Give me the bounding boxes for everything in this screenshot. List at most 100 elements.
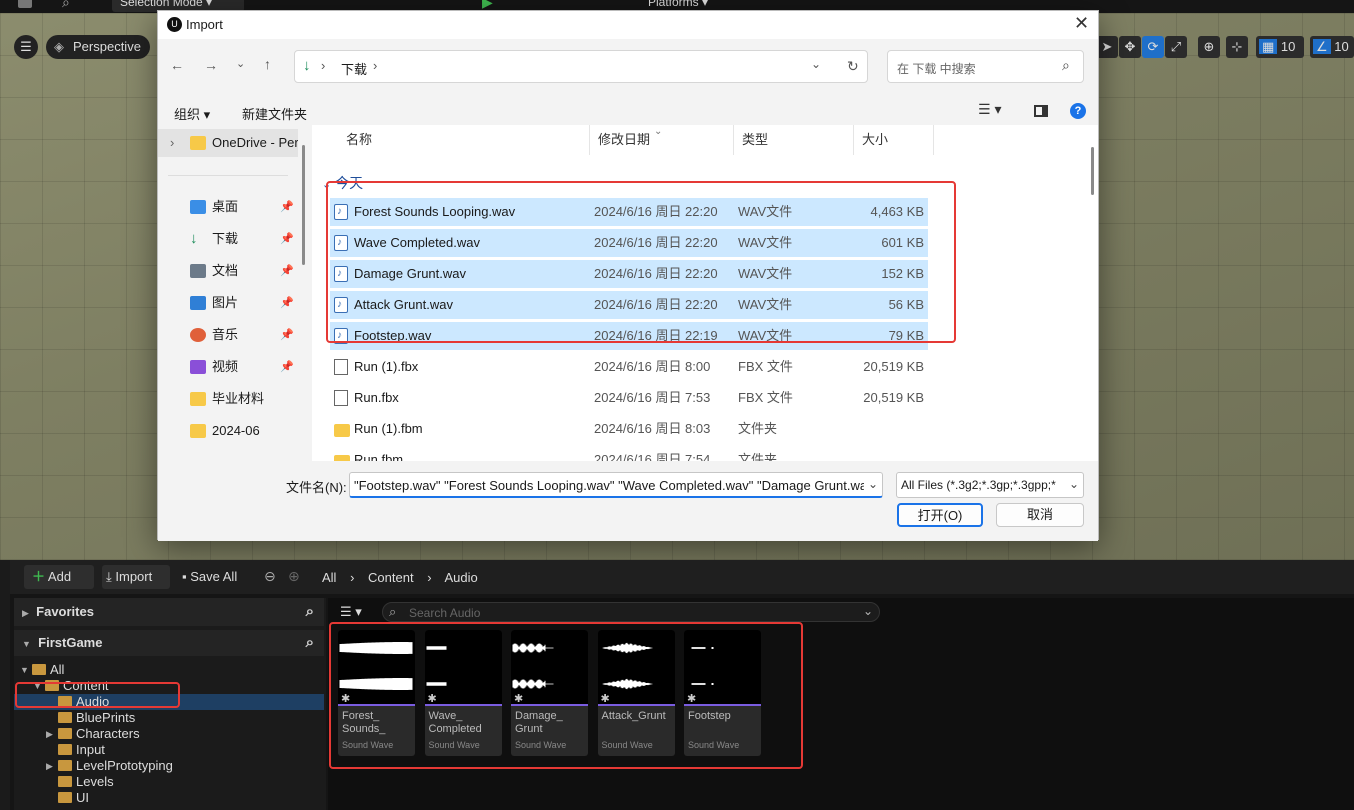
rotate-icon[interactable]: ⟳ bbox=[1142, 36, 1164, 58]
search-icon[interactable]: ⌕ bbox=[306, 630, 314, 656]
browse-icon[interactable]: ⌕ bbox=[62, 0, 70, 11]
nav-item-music[interactable]: 音乐 📌 bbox=[158, 321, 298, 349]
tree-item[interactable]: ▶ Characters bbox=[14, 726, 324, 742]
tree-item[interactable]: BluePrints bbox=[14, 710, 324, 726]
column-type[interactable]: 类型 bbox=[734, 125, 854, 155]
content-browser-toolbar: ＋ Add ⤓ Import ▪ Save All ⊖ ⊕ All › Cont… bbox=[10, 560, 1354, 594]
folder-icon bbox=[190, 424, 206, 438]
expand-arrow-icon[interactable]: ▶ bbox=[46, 726, 53, 742]
search-dropdown-icon[interactable]: ⌄ bbox=[863, 604, 873, 618]
view-options-icon[interactable]: ☰ ▾ bbox=[978, 101, 1001, 118]
move-icon[interactable]: ✥ bbox=[1119, 36, 1141, 58]
scale-icon[interactable]: ⤢ bbox=[1165, 36, 1187, 58]
pin-icon[interactable]: 📌 bbox=[280, 289, 294, 317]
snap-surface-icon[interactable]: ⊹ bbox=[1226, 36, 1248, 58]
pin-icon[interactable]: 📌 bbox=[280, 321, 294, 349]
forward-icon[interactable]: → bbox=[204, 57, 218, 73]
tree-label: Levels bbox=[76, 774, 114, 789]
expand-arrow-icon[interactable]: ▼ bbox=[20, 662, 29, 678]
tree-item[interactable]: UI bbox=[14, 790, 324, 806]
viewport-menu-button[interactable]: ☰ bbox=[14, 35, 38, 59]
address-chevron-icon[interactable]: › bbox=[373, 58, 377, 73]
save-all-button[interactable]: ▪ Save All bbox=[178, 565, 254, 589]
search-icon[interactable]: ⌕ bbox=[306, 598, 314, 626]
angle-snap-button[interactable]: ∠ 10 bbox=[1310, 36, 1354, 58]
open-button[interactable]: 打开(O) bbox=[897, 503, 983, 527]
breadcrumb-all[interactable]: All bbox=[322, 570, 336, 585]
back-icon[interactable]: ← bbox=[170, 57, 184, 73]
nav-item-videos[interactable]: 视频 📌 bbox=[158, 353, 298, 381]
project-header[interactable]: ▼ FirstGame ⌕ bbox=[14, 630, 324, 656]
import-button[interactable]: ⤓ Import bbox=[102, 565, 170, 589]
nav-item-documents[interactable]: 文档 📌 bbox=[158, 257, 298, 285]
grid-snap-button[interactable]: ▦ 10 bbox=[1256, 36, 1304, 58]
column-type-label: 类型 bbox=[742, 132, 769, 147]
file-row[interactable]: Run (1).fbx 2024/6/16 周日 8:00 FBX 文件 20,519… bbox=[330, 353, 928, 381]
download-icon: ↓ bbox=[190, 230, 198, 247]
scroll-thumb[interactable] bbox=[302, 145, 305, 265]
nav-item-2024-06[interactable]: 2024-06 bbox=[158, 417, 298, 445]
nav-label: 毕业材料 bbox=[212, 391, 265, 406]
tree-label: Input bbox=[76, 742, 105, 757]
organize-button[interactable]: 组织 ▾ bbox=[174, 104, 210, 123]
preview-pane-icon[interactable] bbox=[1034, 105, 1048, 117]
recent-chevron-icon[interactable]: ⌄ bbox=[236, 57, 245, 70]
help-icon[interactable]: ? bbox=[1070, 103, 1086, 119]
add-button[interactable]: ＋ Add bbox=[24, 565, 94, 589]
history-back-icon[interactable]: ⊖ bbox=[264, 568, 276, 585]
file-row[interactable]: Run (1).fbm 2024/6/16 周日 8:03 文件夹 bbox=[330, 415, 928, 443]
address-folder[interactable]: 下载 bbox=[341, 59, 367, 78]
perspective-label: Perspective bbox=[73, 39, 141, 54]
file-type-filter[interactable]: All Files (*.3g2;*.3gp;*.3gpp;* ⌄ bbox=[896, 472, 1084, 498]
filter-button[interactable]: ☰ ▾ bbox=[340, 604, 362, 620]
nav-item-graduation[interactable]: 毕业材料 bbox=[158, 385, 298, 413]
address-dropdown-icon[interactable]: ⌄ bbox=[811, 57, 821, 71]
nav-item-desktop[interactable]: 桌面 📌 bbox=[158, 193, 298, 221]
filename-dropdown-icon[interactable]: ⌄ bbox=[868, 477, 878, 491]
dialog-titlebar[interactable]: U Import ✕ bbox=[158, 11, 1098, 39]
address-bar[interactable]: ↓ › 下载 › ⌄ ↻ bbox=[294, 50, 868, 83]
file-row[interactable]: Run.fbx 2024/6/16 周日 7:53 FBX 文件 20,519 KB bbox=[330, 384, 928, 412]
nav-item-onedrive[interactable]: › OneDrive - Per bbox=[158, 129, 298, 157]
file-scrollbar[interactable] bbox=[1086, 125, 1098, 461]
asset-search-input[interactable]: Search Audio bbox=[409, 606, 480, 620]
select-icon[interactable]: ➤ bbox=[1096, 36, 1118, 58]
filename-input[interactable]: "Footstep.wav" "Forest Sounds Looping.wa… bbox=[349, 472, 883, 498]
search-box[interactable]: 在 下载 中搜索 ⌕ bbox=[887, 50, 1084, 83]
scroll-thumb[interactable] bbox=[1091, 147, 1094, 195]
nav-item-pictures[interactable]: 图片 📌 bbox=[158, 289, 298, 317]
expand-arrow-icon[interactable]: ▶ bbox=[46, 758, 53, 774]
search-input[interactable]: 在 下载 中搜索 bbox=[897, 60, 976, 77]
tree-item[interactable]: Input bbox=[14, 742, 324, 758]
favorites-header[interactable]: ▶ Favorites ⌕ bbox=[14, 598, 324, 626]
new-folder-button[interactable]: 新建文件夹 bbox=[242, 104, 307, 123]
breadcrumb-audio[interactable]: Audio bbox=[444, 570, 477, 585]
pin-icon[interactable]: 📌 bbox=[280, 257, 294, 285]
world-icon[interactable]: ⊕ bbox=[1198, 36, 1220, 58]
tree-item[interactable]: ▶ LevelPrototyping bbox=[14, 758, 324, 774]
refresh-icon[interactable]: ↻ bbox=[847, 58, 859, 75]
nav-scrollbar[interactable] bbox=[301, 125, 307, 461]
file-row[interactable]: Run.fbm 2024/6/16 周日 7:54 文件夹 bbox=[330, 446, 928, 461]
nav-item-downloads[interactable]: ↓ 下载 📌 bbox=[158, 225, 298, 253]
music-icon bbox=[190, 328, 206, 342]
cancel-button[interactable]: 取消 bbox=[996, 503, 1084, 527]
folder-icon bbox=[58, 760, 72, 771]
close-icon[interactable]: ✕ bbox=[1074, 13, 1089, 34]
column-date[interactable]: 修改日期 ⌄ bbox=[590, 125, 734, 155]
pin-icon[interactable]: 📌 bbox=[280, 225, 294, 253]
save-icon[interactable] bbox=[18, 0, 32, 8]
column-size[interactable]: 大小 bbox=[854, 125, 934, 155]
filter-dropdown-icon[interactable]: ⌄ bbox=[1069, 477, 1079, 491]
pin-icon[interactable]: 📌 bbox=[280, 353, 294, 381]
breadcrumb-content[interactable]: Content bbox=[368, 570, 414, 585]
tree-item[interactable]: ▼ All bbox=[14, 662, 324, 678]
asset-search-box[interactable]: ⌕ Search Audio ⌄ bbox=[382, 602, 880, 622]
documents-icon bbox=[190, 264, 206, 278]
column-name[interactable]: 名称 bbox=[338, 125, 590, 155]
history-forward-icon[interactable]: ⊕ bbox=[288, 568, 300, 585]
tree-item[interactable]: Levels bbox=[14, 774, 324, 790]
perspective-button[interactable]: ◈ Perspective bbox=[46, 35, 150, 59]
up-icon[interactable]: ↑ bbox=[264, 56, 271, 72]
pin-icon[interactable]: 📌 bbox=[280, 193, 294, 221]
